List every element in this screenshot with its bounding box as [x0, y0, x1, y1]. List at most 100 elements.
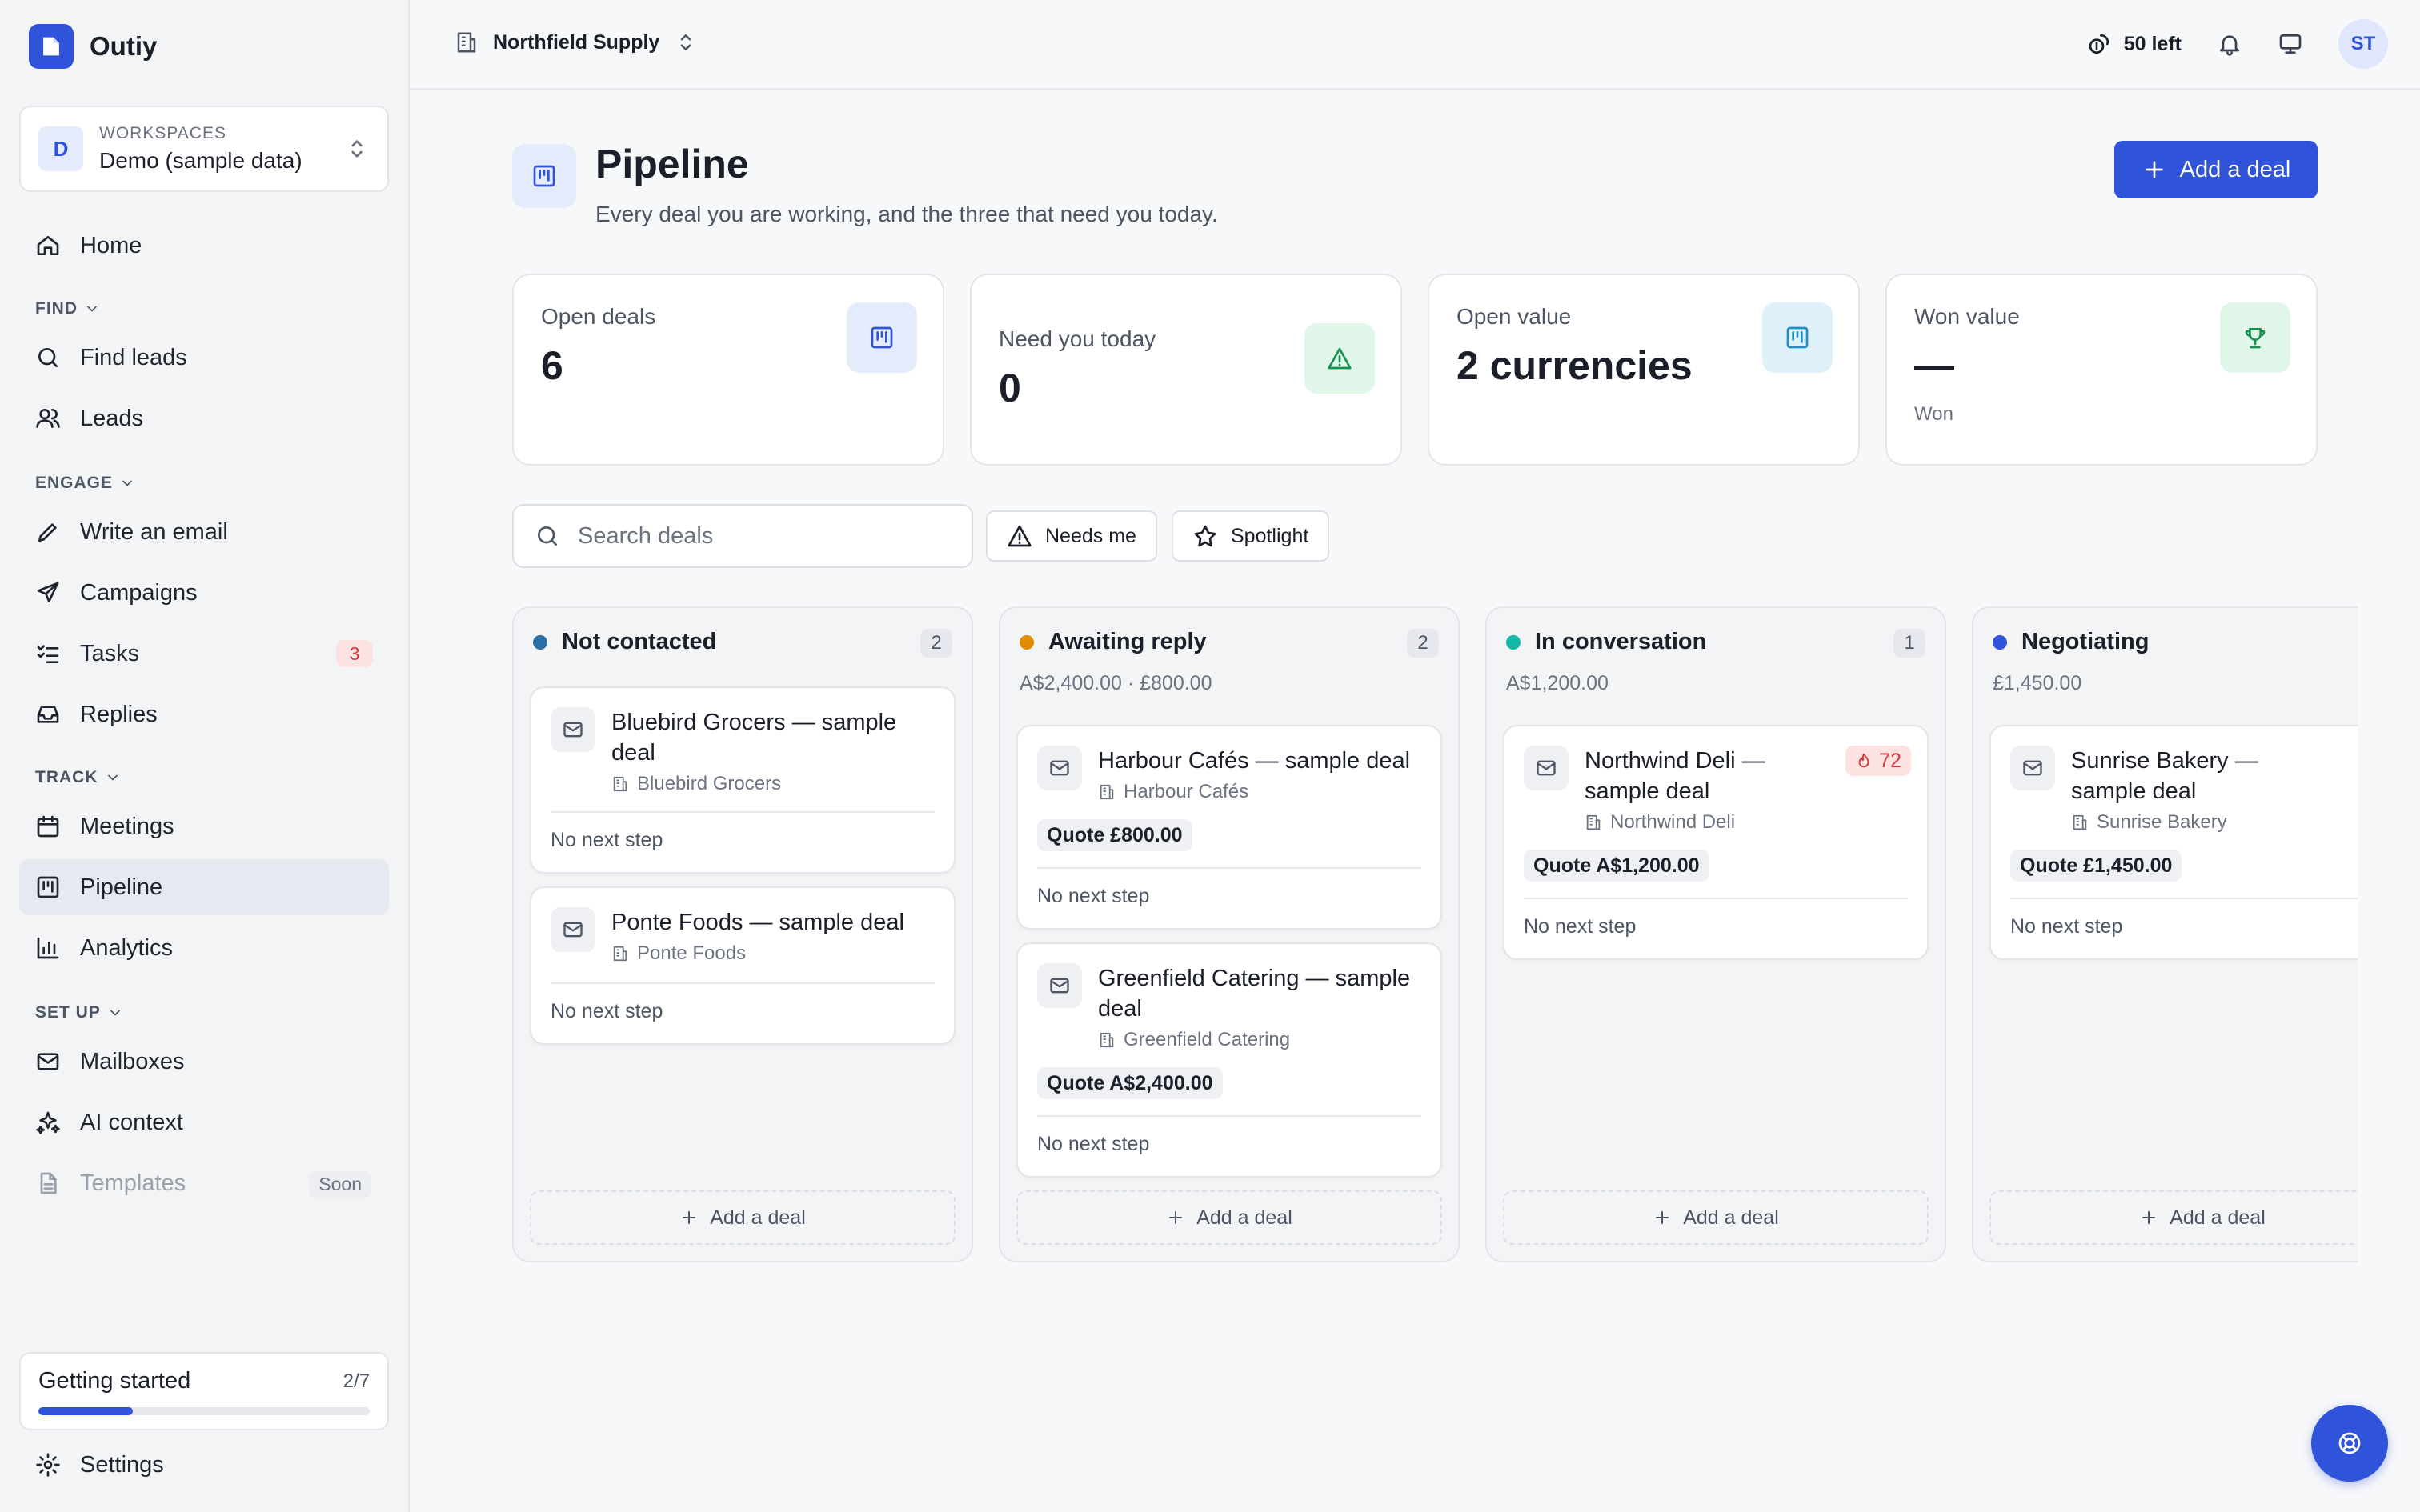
add-deal-label: Add a deal	[1683, 1206, 1779, 1229]
column-add-deal-button[interactable]: Add a deal	[530, 1190, 956, 1245]
getting-started-title: Getting started	[38, 1368, 191, 1394]
bell-icon[interactable]	[2217, 31, 2242, 57]
sidebar-item-find-leads[interactable]: Find leads	[19, 330, 389, 386]
sidebar-item-pipeline[interactable]: Pipeline	[19, 859, 389, 915]
getting-started-card[interactable]: Getting started 2/7	[19, 1352, 389, 1430]
sidebar-item-write-email[interactable]: Write an email	[19, 504, 389, 560]
deal-card[interactable]: Sunrise Bakery — sample deal Sunrise Bak…	[1989, 725, 2358, 960]
quote-badge: Quote £1,450.00	[2010, 850, 2182, 882]
sidebar-item-label: Leads	[80, 405, 144, 431]
outiy-logo-icon	[29, 24, 74, 69]
lifebuoy-icon	[2338, 1432, 2361, 1454]
chevron-down-icon	[107, 774, 118, 781]
sidebar-item-mailboxes[interactable]: Mailboxes	[19, 1034, 389, 1090]
divider	[1037, 867, 1421, 869]
plus-icon	[683, 1211, 696, 1224]
getting-started-count: 2/7	[343, 1370, 370, 1392]
column-not-contacted: Not contacted 2 Bluebird Grocers — sampl…	[512, 606, 973, 1262]
mail-icon	[37, 1053, 59, 1070]
sidebar-item-label: Replies	[80, 701, 158, 727]
pipeline-icon	[1762, 302, 1833, 373]
credits-indicator[interactable]: 50 left	[2087, 31, 2182, 57]
deal-card[interactable]: Bluebird Grocers — sample deal Bluebird …	[530, 686, 956, 874]
sidebar-item-templates: Templates Soon	[19, 1155, 389, 1211]
brand[interactable]: Outiy	[29, 24, 157, 69]
monitor-icon[interactable]	[2278, 31, 2303, 57]
column-value: A$2,400.00 · £800.00	[1020, 672, 1212, 694]
column-title: In conversation	[1535, 629, 1707, 654]
pipeline-board: Not contacted 2 Bluebird Grocers — sampl…	[512, 606, 2358, 1264]
column-add-deal-button[interactable]: Add a deal	[1503, 1190, 1929, 1245]
nav-section-find[interactable]: FIND	[35, 299, 100, 318]
lead-score-badge: 72	[1845, 746, 1911, 776]
sidebar-item-campaigns[interactable]: Campaigns	[19, 565, 389, 621]
sidebar-item-home[interactable]: Home	[19, 218, 389, 274]
app-name: Outiy	[90, 31, 158, 61]
score-value: 72	[1879, 749, 1901, 772]
column-add-deal-button[interactable]: Add a deal	[1016, 1190, 1442, 1245]
search-icon	[38, 348, 58, 367]
add-deal-label: Add a deal	[710, 1206, 806, 1229]
divider	[551, 982, 935, 984]
gear-icon	[36, 1453, 60, 1477]
sidebar-item-label: Write an email	[80, 518, 228, 545]
pipeline-icon	[37, 876, 59, 898]
deal-company: Sunrise Bakery	[2071, 811, 2227, 834]
nav-section-setup[interactable]: SET UP	[35, 1003, 123, 1022]
plus-icon	[2145, 161, 2163, 178]
search-deals[interactable]	[512, 504, 973, 568]
deal-card[interactable]: Harbour Cafés — sample deal Harbour Café…	[1016, 725, 1442, 930]
spotlight-filter[interactable]: Spotlight	[1172, 510, 1330, 562]
sidebar-item-replies[interactable]: Replies	[19, 686, 389, 742]
section-label: FIND	[35, 299, 78, 318]
search-icon	[538, 526, 557, 546]
sidebar-item-label: Home	[80, 232, 142, 258]
next-step: No next step	[1037, 885, 1150, 907]
org-switcher[interactable]: Northfield Supply	[455, 30, 698, 54]
sidebar-item-analytics[interactable]: Analytics	[19, 920, 389, 976]
stat-card-need-you-today: Need you today 0	[970, 274, 1402, 466]
sidebar-item-tasks[interactable]: Tasks 3	[19, 626, 389, 682]
deal-company: Greenfield Catering	[1098, 1029, 1290, 1051]
nav-section-engage[interactable]: ENGAGE	[35, 474, 135, 493]
workspace-switcher[interactable]: D WORKSPACES Demo (sample data)	[19, 106, 389, 192]
needs-me-filter[interactable]: Needs me	[986, 510, 1157, 562]
column-title: Not contacted	[562, 629, 717, 654]
user-avatar[interactable]: ST	[2338, 19, 2388, 69]
users-icon	[36, 408, 60, 428]
search-input[interactable]	[578, 522, 946, 550]
stat-card-open-deals: Open deals 6	[512, 274, 944, 466]
building-icon	[1100, 784, 1114, 800]
building-icon	[2073, 814, 2087, 830]
star-icon	[1194, 525, 1216, 547]
next-step: No next step	[551, 1000, 663, 1022]
sidebar-item-meetings[interactable]: Meetings	[19, 798, 389, 854]
quote-badge: Quote A$2,400.00	[1037, 1067, 1223, 1099]
deal-card[interactable]: Greenfield Catering — sample deal Greenf…	[1016, 942, 1442, 1178]
stat-foot: Won	[1914, 403, 1953, 425]
deal-card[interactable]: Northwind Deli — sample deal 72 Northwin…	[1503, 725, 1929, 960]
quote-badge: Quote £800.00	[1037, 819, 1192, 851]
mail-icon	[1037, 963, 1082, 1008]
chevron-up-down-icon	[681, 34, 691, 50]
chevron-down-icon	[110, 1010, 120, 1016]
column-count: 2	[920, 629, 952, 658]
help-button[interactable]	[2311, 1405, 2388, 1482]
company-name: Harbour Cafés	[1124, 781, 1249, 802]
plus-icon	[1169, 1211, 1183, 1224]
inbox-icon	[37, 706, 59, 723]
status-dot	[533, 634, 547, 650]
column-add-deal-button[interactable]: Add a deal	[1989, 1190, 2358, 1245]
sidebar-item-label: AI context	[80, 1109, 183, 1135]
deal-card[interactable]: Ponte Foods — sample deal Ponte Foods No…	[530, 886, 956, 1045]
warning-icon	[1304, 323, 1375, 394]
status-dot	[1020, 634, 1034, 650]
status-dot	[1993, 634, 2007, 650]
sidebar-item-label: Templates	[80, 1170, 186, 1196]
sidebar-item-ai-context[interactable]: AI context	[19, 1094, 389, 1150]
add-deal-button[interactable]: Add a deal	[2114, 141, 2318, 198]
sidebar-item-leads[interactable]: Leads	[19, 390, 389, 446]
sidebar-item-settings[interactable]: Settings	[19, 1437, 389, 1493]
nav-section-track[interactable]: TRACK	[35, 768, 121, 787]
chevron-down-icon	[87, 306, 97, 312]
